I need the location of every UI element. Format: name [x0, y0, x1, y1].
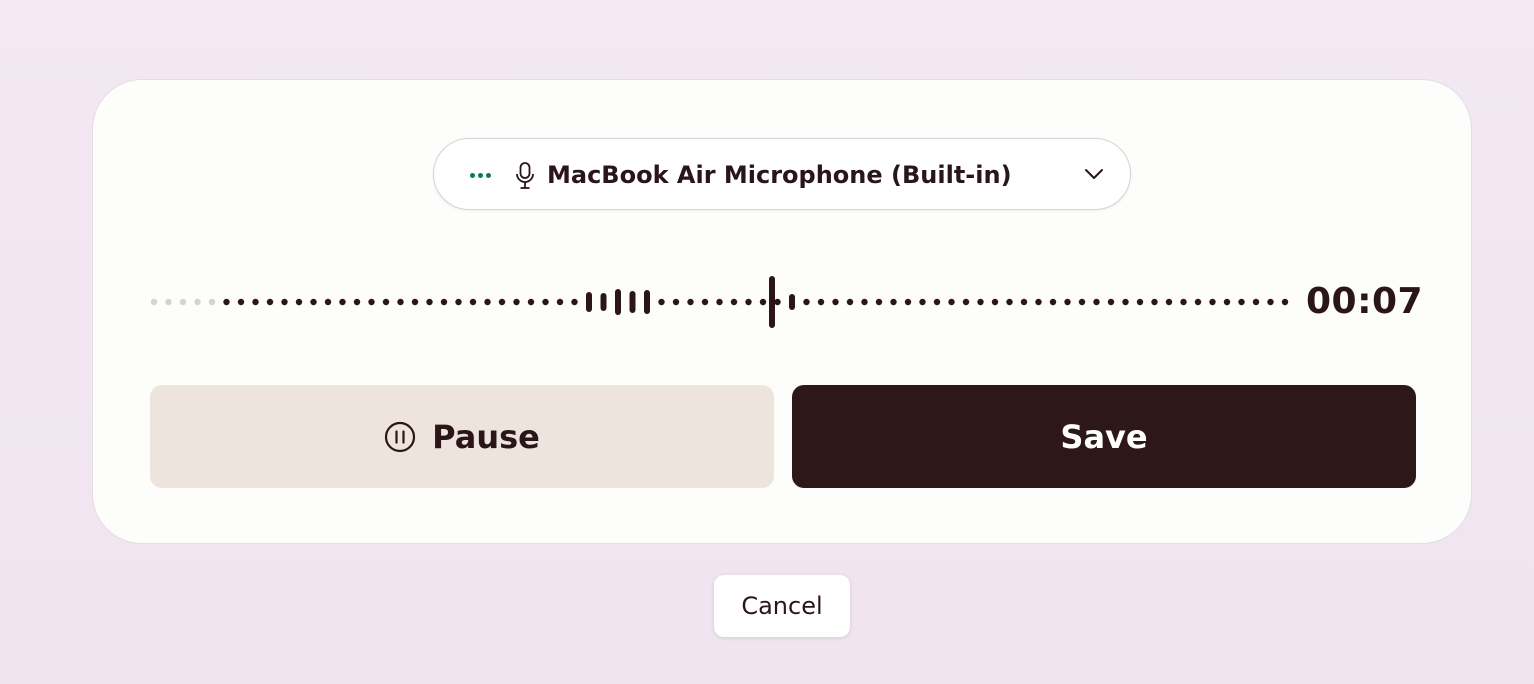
waveform-dot [281, 298, 288, 306]
dots-icon [470, 173, 491, 178]
waveform-dot [1252, 298, 1260, 306]
waveform-dot [1267, 298, 1274, 306]
waveform-dot [484, 298, 491, 306]
waveform-dot [295, 298, 303, 306]
waveform-dot [1020, 298, 1028, 306]
waveform-bar [644, 290, 650, 314]
pause-circle-icon [385, 421, 416, 452]
waveform-dot [832, 298, 839, 306]
waveform-dot [1107, 298, 1115, 306]
waveform-bar [600, 293, 607, 311]
waveform-dot [1035, 298, 1042, 306]
waveform-dot [571, 298, 578, 306]
waveform-dot [469, 298, 477, 306]
save-button[interactable]: Save [792, 385, 1416, 488]
waveform-bar [615, 289, 621, 315]
waveform-dot [672, 298, 680, 306]
waveform-dot [962, 298, 970, 306]
audio-waveform [151, 276, 1289, 328]
waveform-dot [817, 298, 825, 306]
waveform-dot [774, 298, 781, 306]
waveform-dot [542, 298, 549, 306]
waveform-dot [1180, 298, 1187, 306]
waveform-dot [1194, 298, 1202, 306]
waveform-dot [527, 298, 535, 306]
waveform-dot [745, 298, 752, 306]
waveform-dot [223, 298, 230, 306]
waveform-dot [208, 298, 216, 306]
waveform-dot [324, 298, 332, 306]
waveform-bar [789, 294, 795, 310]
recorder-card: MacBook Air Microphone (Built-in) 00:07 … [92, 79, 1472, 544]
waveform-dot [687, 298, 694, 306]
waveform-dot [890, 298, 897, 306]
waveform-dot [933, 298, 941, 306]
waveform-dot [556, 298, 564, 306]
waveform-dot [759, 298, 767, 306]
waveform-dot [382, 298, 390, 306]
waveform-dot [1064, 298, 1071, 306]
microphone-icon [516, 162, 534, 189]
waveform-dot [1006, 298, 1013, 306]
pause-button[interactable]: Pause [150, 385, 774, 488]
waveform-dot [339, 298, 346, 306]
waveform-dot [1281, 298, 1289, 306]
waveform-dot [237, 298, 245, 306]
waveform-dot [846, 298, 854, 306]
waveform-dot [919, 298, 926, 306]
recording-timer: 00:07 [1306, 281, 1424, 322]
waveform-dot [353, 298, 361, 306]
waveform-dot [1165, 298, 1173, 306]
waveform-dot [498, 298, 506, 306]
waveform-dot [165, 298, 172, 306]
waveform-dot [658, 298, 665, 306]
waveform-dot [861, 298, 868, 306]
waveform-dot [426, 298, 433, 306]
cancel-button[interactable]: Cancel [714, 575, 850, 637]
waveform-dot [977, 298, 984, 306]
waveform-dot [397, 298, 404, 306]
waveform-dot [1209, 298, 1216, 306]
waveform-dot [1093, 298, 1100, 306]
waveform-dot [310, 298, 317, 306]
waveform-dot [411, 298, 419, 306]
waveform-dot [716, 298, 723, 306]
waveform-dot [368, 298, 375, 306]
waveform-dot [803, 298, 810, 306]
waveform-dot [252, 298, 259, 306]
chevron-down-icon [1085, 169, 1103, 179]
waveform-dot [455, 298, 462, 306]
waveform-dot [1122, 298, 1129, 306]
waveform-dot [1223, 298, 1231, 306]
waveform-dot [513, 298, 520, 306]
waveform-playhead[interactable] [769, 276, 775, 328]
waveform-dot [701, 298, 709, 306]
waveform-dot [1136, 298, 1144, 306]
waveform-dot [948, 298, 955, 306]
waveform-bar [586, 292, 592, 312]
waveform-dot [151, 298, 158, 306]
save-label: Save [1060, 417, 1148, 456]
waveform-dot [1049, 298, 1057, 306]
waveform-dot [875, 298, 883, 306]
waveform-bar [629, 291, 636, 313]
cancel-label: Cancel [741, 592, 823, 620]
waveform-dot [1078, 298, 1086, 306]
waveform-dot [179, 298, 187, 306]
waveform-dot [1151, 298, 1158, 306]
waveform-dot [1238, 298, 1245, 306]
waveform-dot [194, 298, 201, 306]
waveform-dot [904, 298, 912, 306]
waveform-dot [991, 298, 999, 306]
waveform-dot [730, 298, 738, 306]
microphone-select[interactable]: MacBook Air Microphone (Built-in) [433, 138, 1131, 210]
waveform-dot [266, 298, 274, 306]
waveform-dot [440, 298, 448, 306]
pause-label: Pause [432, 417, 540, 456]
microphone-label: MacBook Air Microphone (Built-in) [547, 161, 1012, 189]
